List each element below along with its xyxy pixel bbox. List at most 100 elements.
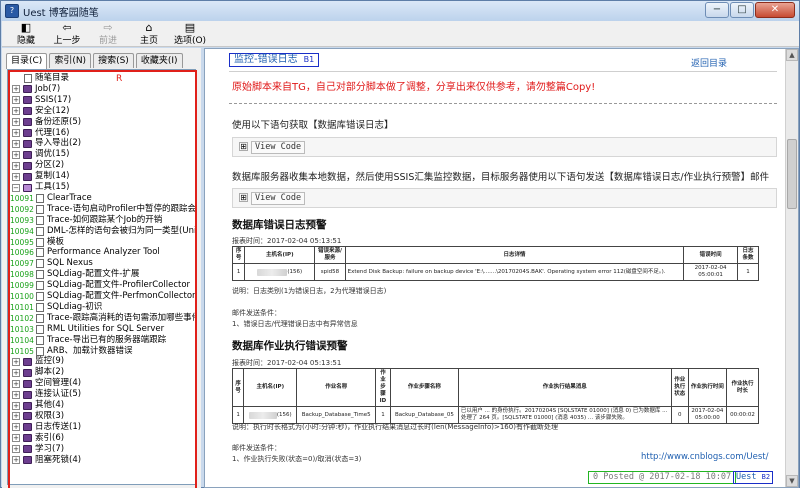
tree-item[interactable]: + 分区(2) (12, 160, 64, 171)
toolbar-button-1[interactable]: ⇦ 上一步 (49, 22, 85, 46)
toolbar-button-2[interactable]: ⇨ 前进 (90, 22, 126, 46)
expand-icon[interactable]: + (12, 357, 20, 366)
expand-icon[interactable]: + (12, 401, 20, 410)
close-button[interactable]: ✕ (755, 2, 795, 18)
tree-item[interactable]: + SSIS(17) (12, 95, 71, 106)
toolbar-button-0[interactable]: ◧ 隐藏 (8, 22, 44, 46)
expand-icon[interactable]: + (12, 150, 20, 159)
book-icon (23, 412, 32, 421)
tree-item[interactable]: 10099 SQLdiag-配置文件-ProfilerCollector (10, 280, 190, 291)
tree-item[interactable]: + 其他(4) (12, 400, 64, 411)
expand-icon[interactable]: + (12, 96, 20, 105)
expand-icon[interactable]: + (12, 412, 20, 421)
tree-item[interactable]: 10096 Performance Analyzer Tool (10, 247, 160, 258)
tree-item[interactable]: 10105 ARB、加载计数器错误 (10, 346, 133, 357)
column-header: 作业执行时间 (687, 368, 728, 407)
collapse-icon[interactable]: − (12, 183, 20, 192)
expand-icon[interactable]: + (12, 107, 20, 116)
table-row: 1 xxxx(156) Backup_Database_Time5 1 Back… (231, 406, 759, 424)
back-to-contents-link[interactable]: 返回目录 (691, 56, 727, 69)
view-code-button[interactable]: View Code (251, 141, 306, 154)
expand-icon[interactable]: + (12, 172, 20, 181)
expand-icon[interactable]: + (12, 161, 20, 170)
toolbar-button-label: 主页 (139, 36, 158, 46)
title-bar[interactable]: ? Uest 博客园随笔 − □ ✕ (1, 1, 799, 21)
tree-item[interactable]: 10095 模板 (10, 237, 64, 248)
tree-item[interactable]: 10092 Trace-语句启动Profiler中暂停的跟踪会话 (10, 204, 195, 215)
book-icon (23, 129, 32, 137)
page-icon (36, 346, 44, 356)
minimize-button[interactable]: − (705, 2, 729, 18)
tree-item-label: 代理(16) (35, 127, 70, 138)
tree-item[interactable]: 10104 Trace-导出已有的服务器端跟踪 (10, 335, 166, 346)
toolbar-button-3[interactable]: ⌂ 主页 (131, 22, 167, 46)
tree-item[interactable]: + 权限(3) (12, 411, 64, 422)
nav-tab-2[interactable]: 搜索(S) (93, 53, 134, 68)
tree-item[interactable]: 10098 SQLdiag-配置文件-扩展 (10, 269, 139, 280)
expand-icon[interactable]: + (12, 445, 20, 454)
expand-icon[interactable]: + (12, 118, 20, 127)
mail-condition-label: 邮件发送条件： (232, 444, 281, 452)
expand-icon[interactable]: + (12, 368, 20, 377)
scroll-thumb[interactable] (787, 139, 797, 209)
tree-item[interactable]: − 工具(15) (12, 182, 69, 193)
tree-item[interactable]: + Job(7) (12, 84, 60, 95)
scroll-down-icon[interactable]: ▼ (786, 475, 798, 487)
expand-icon[interactable]: ⊞ (239, 193, 248, 202)
expand-icon[interactable]: + (12, 423, 20, 432)
tree-item[interactable]: + 日志传送(1) (12, 422, 81, 433)
blog-url-link[interactable]: http://www.cnblogs.com/Uest/ (641, 452, 768, 462)
book-icon (23, 390, 32, 399)
expand-icon[interactable]: + (12, 434, 20, 443)
maximize-button[interactable]: □ (730, 2, 754, 18)
contents-tree[interactable]: 随笔目录 + Job(7) + SSIS(17) + 安全(12) + 备份还原(5) + 代理(1… (7, 69, 196, 485)
tree-item[interactable]: 10100 SQLdiag-配置文件-PerfmonCollector (10, 291, 195, 302)
book-icon (23, 183, 32, 192)
expand-icon[interactable]: + (12, 379, 20, 388)
expand-icon[interactable]: + (12, 390, 20, 399)
author-box: Uest B2 (733, 471, 774, 484)
expand-icon[interactable]: + (12, 139, 20, 148)
tree-item[interactable]: + 导入导出(2) (12, 138, 81, 149)
tree-item-label: SQL Nexus (47, 258, 93, 269)
vertical-scrollbar[interactable]: ▲ ▼ (785, 49, 798, 487)
tree-item[interactable]: + 索引(6) (12, 433, 64, 444)
scroll-up-icon[interactable]: ▲ (786, 49, 798, 61)
page-icon (24, 74, 32, 83)
tree-item[interactable]: 10101 SQLdiag-初识 (10, 302, 102, 313)
expand-icon[interactable]: + (12, 129, 20, 137)
expand-icon[interactable]: + (12, 85, 20, 94)
nav-tab-1[interactable]: 索引(N) (49, 53, 92, 68)
tree-item[interactable]: 10103 RML Utilities for SQL Server (10, 324, 164, 335)
tree-item-label: Performance Analyzer Tool (47, 247, 160, 258)
cell-host: xxxx(156) (243, 406, 298, 424)
nav-tab-3[interactable]: 收藏夹(I) (135, 53, 183, 68)
tree-item[interactable]: + 代理(16) (12, 128, 69, 139)
tree-item[interactable]: + 备份还原(5) (12, 117, 81, 128)
tree-item[interactable]: + 脚本(2) (12, 367, 64, 378)
tree-item[interactable]: + 调优(15) (12, 149, 69, 160)
item-number: 10096 (10, 248, 34, 258)
page-title[interactable]: 监控-错误日志 (234, 54, 298, 66)
tree-item-label: ClearTrace (47, 192, 92, 203)
author-link[interactable]: Uest (736, 472, 756, 482)
tree-item[interactable]: + 复制(14) (12, 171, 69, 182)
tree-item[interactable]: + 空间管理(4) (12, 378, 81, 389)
tree-item[interactable]: + 安全(12) (12, 106, 69, 117)
tree-item[interactable]: 10097 SQL Nexus (10, 258, 93, 269)
tree-item[interactable]: + 学习(7) (12, 444, 64, 455)
toolbar-button-4[interactable]: ▤ 选项(O) (172, 22, 208, 46)
tree-item[interactable]: 随笔目录 (24, 73, 69, 84)
tree-item[interactable]: 10102 Trace-跟踪高消耗的语句需添加哪些事件 (10, 313, 195, 324)
tree-item[interactable]: 10091 ClearTrace (10, 193, 92, 204)
expand-icon[interactable]: ⊞ (239, 142, 248, 151)
table-row: 1 xxxx(156) spid58 Extend Disk Backup: f… (231, 263, 760, 281)
tree-item[interactable]: 10094 DML-怎样的语句会被归为同一类型(Uni (10, 226, 195, 237)
tree-item[interactable]: + 连接认证(5) (12, 389, 81, 400)
tree-item[interactable]: + 监控(9) (12, 356, 64, 367)
view-code-button[interactable]: View Code (251, 192, 306, 205)
nav-tab-0[interactable]: 目录(C) (6, 53, 48, 69)
tree-item[interactable]: + 阻塞死锁(4) (12, 455, 81, 466)
tree-item[interactable]: 10093 Trace-如何跟踪某个Job的开销 (10, 215, 162, 226)
expand-icon[interactable]: + (12, 456, 20, 464)
